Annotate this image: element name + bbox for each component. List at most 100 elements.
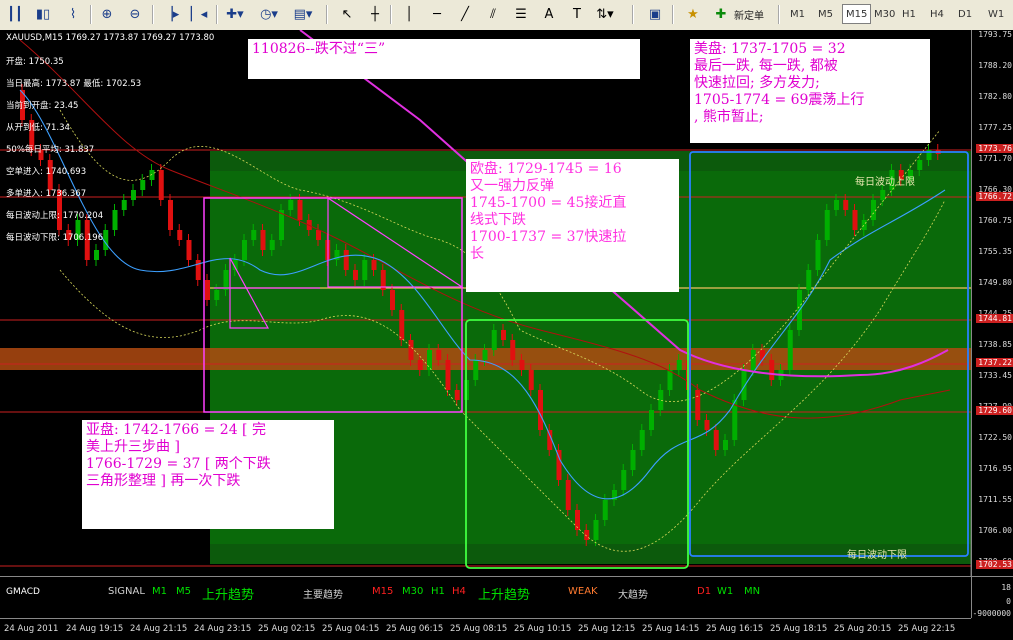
autoscroll-icon[interactable]: ▕▸ [160,4,182,24]
candle [371,260,377,270]
indicator-label: MN [744,586,761,597]
candle [621,470,627,490]
navigator-icon[interactable]: ▣ [644,4,666,24]
price-axis: 1793.75 1788.20 1782.80 1777.25 1771.70 1766.… [971,30,1013,618]
chart-shift-icon[interactable]: ▏◂ [188,4,210,24]
zoom-in-icon[interactable]: ⊕ [96,4,118,24]
candle [806,270,812,290]
candle [436,350,442,360]
time-tick: 25 Aug 20:15 [834,624,892,634]
chart-window[interactable]: 每日波动上限 每日波动下限 XAUUSD,M15 1769.27 1773.87… [0,30,1013,640]
candle [417,360,423,370]
indicator-label: 上升趋势 [478,588,531,603]
candle [214,290,220,300]
candle [168,200,173,230]
price-tick: 1788.20 [978,61,1012,70]
timeframe-m5[interactable]: M5 [814,4,837,24]
fibonacci-icon[interactable]: ☰ [510,4,532,24]
indicator-tick: 18 [1001,583,1011,592]
candle [787,330,793,370]
candle [131,190,136,200]
channel-icon[interactable]: ⫽ [482,4,504,24]
timeframe-m30[interactable]: M30 [870,4,899,24]
candle [852,210,858,230]
indicator-label: 上升趋势 [202,588,255,603]
candle-chart-icon[interactable]: ▮▯ [32,4,54,24]
indicators-icon[interactable]: ✚▾ [224,4,246,24]
timeframe-h1[interactable]: H1 [898,4,920,24]
time-tick: 24 Aug 21:15 [130,624,188,634]
candle [242,240,247,260]
indicator-tick: -9000000 [972,609,1011,618]
indicator-label: D1 [697,586,712,597]
timeframe-d1[interactable]: D1 [954,4,976,24]
zoom-out-icon[interactable]: ⊖ [124,4,146,24]
candle [112,210,118,230]
indicator-label: 大趋势 [618,590,648,601]
candle [501,330,506,340]
candle [871,200,876,220]
price-tick: 1760.75 [978,216,1012,225]
price-marker: 1737.22 [976,358,1013,367]
text-label-icon[interactable]: T [566,4,588,24]
price-tick: 1793.75 [978,30,1012,39]
candle [519,360,525,370]
candle [251,230,257,240]
timeframe-m1[interactable]: M1 [786,4,809,24]
indicator-label: WEAK [568,586,598,597]
time-tick: 25 Aug 22:15 [898,624,956,634]
timeframe-w1[interactable]: W1 [984,4,1008,24]
candle [205,280,210,300]
info-line: 空单进入: 1740.693 [6,167,87,177]
candle [482,350,488,360]
periods-icon[interactable]: ◷▾ [258,4,280,24]
bar-chart-icon[interactable]: ┃┃ [4,4,26,24]
candle [565,480,571,510]
candle [186,240,192,260]
time-tick: 24 Aug 19:15 [66,624,124,634]
text-icon[interactable]: A [538,4,560,24]
upper-band-label: 每日波动上限 [855,177,915,188]
candle [538,390,543,430]
candle [630,450,636,470]
info-line: 从开到低: 71.34 [6,123,70,133]
candle [760,350,765,360]
candle [316,230,321,240]
candle [297,200,303,220]
price-tick: 1777.25 [978,123,1012,132]
candle [713,430,719,450]
price-marker: 1744.81 [976,314,1013,323]
line-chart-icon[interactable]: ⌇ [62,4,84,24]
favorites-icon[interactable]: ★ [682,4,704,24]
time-tick: 25 Aug 10:15 [514,624,572,634]
time-tick: 24 Aug 2011 [4,624,59,634]
info-line: 当日最高: 1773.87 最低: 1702.53 [6,79,142,89]
crosshair-icon[interactable]: ┼ [364,4,386,24]
time-tick: 25 Aug 02:15 [258,624,316,634]
price-tick: 1749.80 [978,278,1012,287]
candle [408,340,414,360]
timeframe-h4[interactable]: H4 [926,4,948,24]
vertical-line-icon[interactable]: │ [398,4,420,24]
templates-icon[interactable]: ▤▾ [292,4,314,24]
price-marker: 1729.60 [976,406,1013,415]
indicator-label: 主要趋势 [303,590,343,601]
indicator-label: M5 [176,586,191,597]
new-order-button[interactable]: 新定单 [734,4,764,24]
candle [834,200,839,210]
trendline-icon[interactable]: ╱ [454,4,476,24]
indicator-label: M30 [402,586,424,597]
price-marker: 1702.53 [976,560,1013,569]
candle [815,240,821,270]
time-tick: 24 Aug 23:15 [194,624,252,634]
timeframe-m15[interactable]: M15 [842,4,872,24]
horizontal-line-icon[interactable]: ─ [426,4,448,24]
new-order-icon[interactable]: ✚ [710,4,732,24]
candle [769,360,775,380]
candle [223,270,229,290]
cursor-icon[interactable]: ↖ [336,4,358,24]
toolbar: ┃┃ ▮▯ ⌇ ⊕ ⊖ ▕▸ ▏◂ ✚▾ ◷▾ ▤▾ ↖ ┼ │ ─ ╱ ⫽ ☰… [0,0,1013,31]
symbol-header: XAUUSD,M15 1769.27 1773.87 1769.27 1773.… [6,33,215,43]
info-line: 当前到开盘: 23.45 [6,101,79,111]
arrows-icon[interactable]: ⇅▾ [594,4,616,24]
